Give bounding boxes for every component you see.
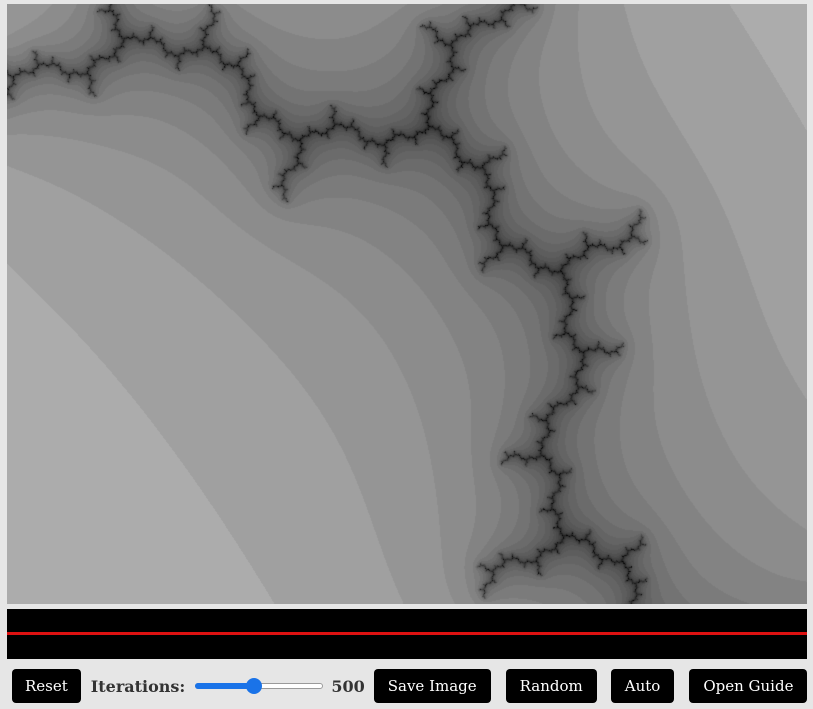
iterations-slider[interactable]	[195, 676, 324, 696]
iterations-value: 500	[331, 676, 365, 696]
fractal-explorer: Reset Iterations: 500 Save Image Random …	[0, 0, 813, 709]
random-button[interactable]: Random	[505, 669, 597, 703]
controls-bar: Reset Iterations: 500 Save Image Random …	[12, 669, 808, 703]
fractal-canvas[interactable]	[7, 4, 807, 604]
auto-button[interactable]: Auto	[610, 669, 675, 703]
palette-line	[7, 632, 807, 635]
reset-button[interactable]: Reset	[12, 669, 81, 703]
iterations-label: Iterations:	[90, 676, 186, 696]
slider-thumb[interactable]	[245, 678, 262, 694]
slider-fill	[195, 683, 254, 689]
open-guide-button[interactable]: Open Guide	[689, 669, 808, 703]
palette-strip[interactable]	[7, 609, 807, 659]
save-image-button[interactable]: Save Image	[373, 669, 491, 703]
